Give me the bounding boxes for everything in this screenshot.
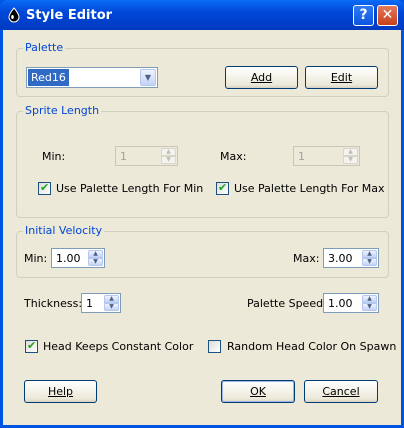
ok-button-label: OK	[250, 385, 266, 398]
style-editor-window: Style Editor ? ✕ Palette Red16 ▼ Add Edi…	[0, 0, 404, 428]
sprite-length-group: Sprite Length Min: 1 ▲ ▼ Max: 1 ▲ ▼ ✔ Us	[16, 104, 389, 218]
use-palette-min-checkbox[interactable]: ✔	[38, 181, 51, 195]
droplet-icon	[8, 7, 20, 23]
spinner-arrows[interactable]: ▲ ▼	[88, 250, 103, 266]
sprite-max-value: 1	[298, 150, 305, 163]
initial-velocity-group-label: Initial Velocity	[23, 224, 105, 237]
sprite-max-spinner: 1 ▲ ▼	[293, 146, 360, 166]
palette-dropdown[interactable]: Red16 ▼	[26, 67, 158, 88]
velocity-max-label: Max:	[293, 252, 320, 265]
title-bar[interactable]: Style Editor ? ✕	[0, 0, 404, 30]
chevron-down-icon[interactable]: ▼	[140, 69, 156, 86]
velocity-min-spinner[interactable]: 1.00 ▲ ▼	[51, 248, 105, 268]
sprite-min-value: 1	[120, 150, 127, 163]
velocity-max-spinner[interactable]: 3.00 ▲ ▼	[323, 248, 379, 268]
palette-speed-label: Palette Speed:	[247, 297, 327, 310]
velocity-min-label: Min:	[24, 252, 48, 265]
spin-up-icon[interactable]: ▲	[362, 295, 377, 303]
spin-up-icon[interactable]: ▲	[362, 250, 377, 258]
sprite-length-group-label: Sprite Length	[23, 104, 102, 117]
velocity-min-value: 1.00	[56, 252, 81, 265]
spin-up-icon[interactable]: ▲	[88, 250, 103, 258]
add-button-label: Add	[250, 71, 273, 84]
spinner-arrows: ▲ ▼	[161, 148, 176, 164]
spinner-arrows[interactable]: ▲ ▼	[362, 250, 377, 266]
close-button[interactable]: ✕	[377, 5, 398, 26]
cancel-button[interactable]: Cancel	[304, 380, 378, 403]
checkmark-icon: ✔	[218, 181, 228, 194]
cancel-button-label: Cancel	[322, 385, 360, 398]
checkmark-icon: ✔	[40, 181, 50, 194]
thickness-value: 1	[86, 297, 93, 310]
thickness-label: Thickness:	[24, 297, 83, 310]
initial-velocity-group: Initial Velocity Min: 1.00 ▲ ▼ Max: 3.00…	[16, 224, 389, 278]
spin-down-icon[interactable]: ▼	[88, 258, 103, 266]
edit-button[interactable]: Edit	[305, 66, 378, 89]
spinner-arrows[interactable]: ▲ ▼	[362, 295, 377, 311]
titlebar-help-button[interactable]: ?	[353, 5, 374, 26]
spin-down-icon[interactable]: ▼	[362, 258, 377, 266]
random-head-color-label[interactable]: Random Head Color On Spawn	[227, 340, 396, 353]
sprite-max-label: Max:	[220, 150, 247, 163]
spin-up-icon[interactable]: ▲	[104, 295, 119, 303]
head-constant-color-checkbox[interactable]: ✔	[25, 339, 38, 353]
add-button[interactable]: Add	[225, 66, 298, 89]
use-palette-max-checkbox[interactable]: ✔	[216, 181, 229, 195]
spin-down-icon[interactable]: ▼	[362, 303, 377, 311]
ok-button[interactable]: OK	[221, 380, 295, 403]
palette-group: Palette Red16 ▼ Add Edit	[16, 41, 389, 97]
sprite-min-label: Min:	[42, 150, 66, 163]
use-palette-min-label[interactable]: Use Palette Length For Min	[56, 182, 203, 195]
palette-group-label: Palette	[23, 41, 66, 54]
spin-down-icon: ▼	[343, 156, 358, 164]
palette-speed-value: 1.00	[328, 297, 353, 310]
window-title: Style Editor	[26, 8, 113, 23]
checkmark-icon: ✔	[27, 339, 37, 352]
dialog-body: Palette Red16 ▼ Add Edit Sprite Length M…	[3, 30, 401, 425]
spin-down-icon: ▼	[161, 156, 176, 164]
help-button[interactable]: Help	[24, 380, 97, 403]
spin-up-icon: ▲	[343, 148, 358, 156]
spinner-arrows[interactable]: ▲ ▼	[104, 295, 119, 311]
palette-speed-spinner[interactable]: 1.00 ▲ ▼	[323, 293, 379, 313]
help-button-label: Help	[47, 385, 74, 398]
sprite-min-spinner: 1 ▲ ▼	[115, 146, 178, 166]
spin-up-icon: ▲	[161, 148, 176, 156]
thickness-spinner[interactable]: 1 ▲ ▼	[81, 293, 121, 313]
palette-selected-value: Red16	[28, 69, 69, 86]
head-constant-color-label[interactable]: Head Keeps Constant Color	[43, 340, 193, 353]
velocity-max-value: 3.00	[328, 252, 353, 265]
spin-down-icon[interactable]: ▼	[104, 303, 119, 311]
edit-button-label: Edit	[330, 71, 353, 84]
spinner-arrows: ▲ ▼	[343, 148, 358, 164]
use-palette-max-label[interactable]: Use Palette Length For Max	[234, 182, 385, 195]
random-head-color-checkbox[interactable]	[208, 340, 221, 353]
